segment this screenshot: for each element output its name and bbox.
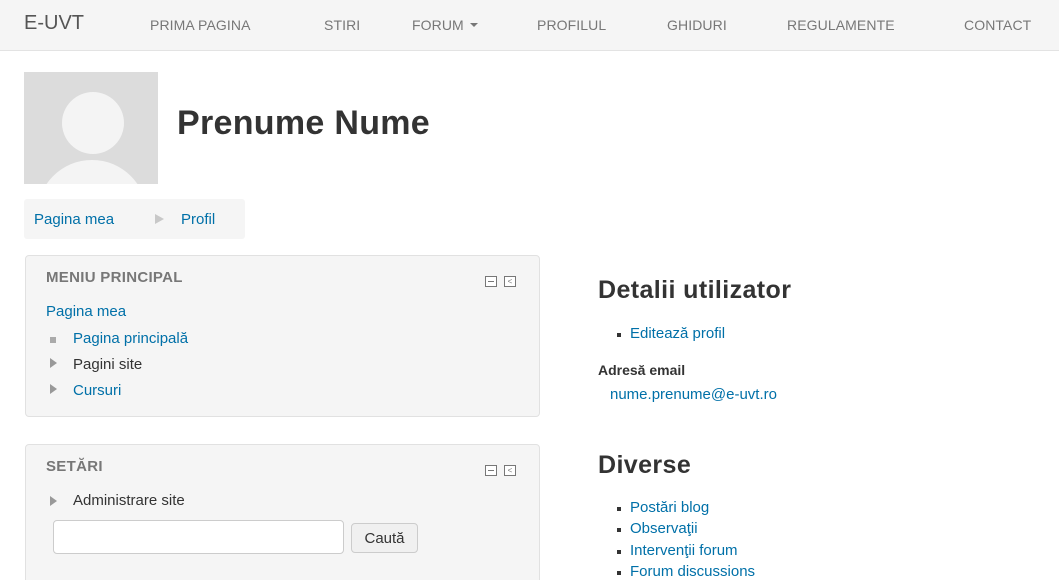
misc-link-postari-blog[interactable]: Postări blog	[630, 499, 709, 516]
nav-item-profilul[interactable]: PROFILUL	[537, 17, 606, 33]
search-input[interactable]	[53, 520, 344, 554]
email-label: Adresă email	[598, 362, 686, 378]
menu-item-pagini-site[interactable]: Pagini site	[73, 356, 142, 373]
expand-arrow-icon[interactable]	[50, 496, 57, 506]
main-menu-block: MENIU PRINCIPAL < Pagina mea Pagina prin…	[25, 255, 540, 417]
nav-item-forum[interactable]: FORUM	[412, 17, 478, 33]
search-button[interactable]: Caută	[351, 523, 418, 553]
settings-title: SETĂRI	[46, 458, 103, 475]
dock-block-icon[interactable]: <	[504, 276, 516, 287]
dock-block-icon[interactable]: <	[504, 465, 516, 476]
misc-title: Diverse	[598, 451, 692, 479]
nav-item-ghiduri[interactable]: GHIDURI	[667, 17, 727, 33]
top-navbar: E-UVT PRIMA PAGINA STIRI FORUM PROFILUL …	[0, 0, 1059, 51]
nav-item-regulamente[interactable]: REGULAMENTE	[787, 17, 895, 33]
main-menu-title: MENIU PRINCIPAL	[46, 269, 183, 286]
settings-block: SETĂRI < Administrare site Caută	[25, 444, 540, 580]
minimize-block-icon[interactable]	[485, 276, 497, 287]
bullet-icon	[617, 571, 621, 575]
menu-item-pagina-principala[interactable]: Pagina principală	[73, 330, 188, 347]
misc-link-interventii-forum[interactable]: Intervenţii forum	[630, 542, 738, 559]
misc-link-forum-discussions[interactable]: Forum discussions	[630, 563, 755, 580]
email-value-link[interactable]: nume.prenume@e-uvt.ro	[610, 386, 777, 403]
user-details-title: Detalii utilizator	[598, 276, 792, 304]
minimize-block-icon[interactable]	[485, 465, 497, 476]
avatar	[24, 72, 158, 184]
settings-item-administrare-site[interactable]: Administrare site	[73, 492, 185, 509]
bullet-icon	[617, 550, 621, 554]
avatar-body-shape	[37, 160, 147, 184]
avatar-head-shape	[62, 92, 124, 154]
expand-arrow-icon[interactable]	[50, 358, 57, 368]
nav-item-forum-label: FORUM	[412, 17, 464, 33]
expand-arrow-icon[interactable]	[50, 384, 57, 394]
misc-link-observatii[interactable]: Observaţii	[630, 520, 698, 537]
breadcrumb: Pagina mea Profil	[24, 199, 245, 239]
bullet-icon	[617, 333, 621, 337]
bullet-icon	[617, 507, 621, 511]
caret-down-icon	[469, 23, 478, 28]
edit-profile-link[interactable]: Editează profil	[630, 325, 725, 342]
nav-item-contact[interactable]: CONTACT	[964, 17, 1031, 33]
site-brand[interactable]: E-UVT	[24, 12, 84, 35]
square-bullet-icon	[50, 337, 56, 343]
breadcrumb-separator-icon	[155, 214, 164, 224]
nav-item-prima-pagina[interactable]: PRIMA PAGINA	[150, 17, 251, 33]
bullet-icon	[617, 528, 621, 532]
breadcrumb-item-pagina-mea[interactable]: Pagina mea	[34, 211, 114, 228]
menu-link-pagina-mea[interactable]: Pagina mea	[46, 303, 126, 320]
breadcrumb-item-profil[interactable]: Profil	[181, 211, 215, 228]
menu-item-cursuri[interactable]: Cursuri	[73, 382, 121, 399]
nav-item-stiri[interactable]: STIRI	[324, 17, 360, 33]
page-title: Prenume Nume	[177, 104, 431, 142]
